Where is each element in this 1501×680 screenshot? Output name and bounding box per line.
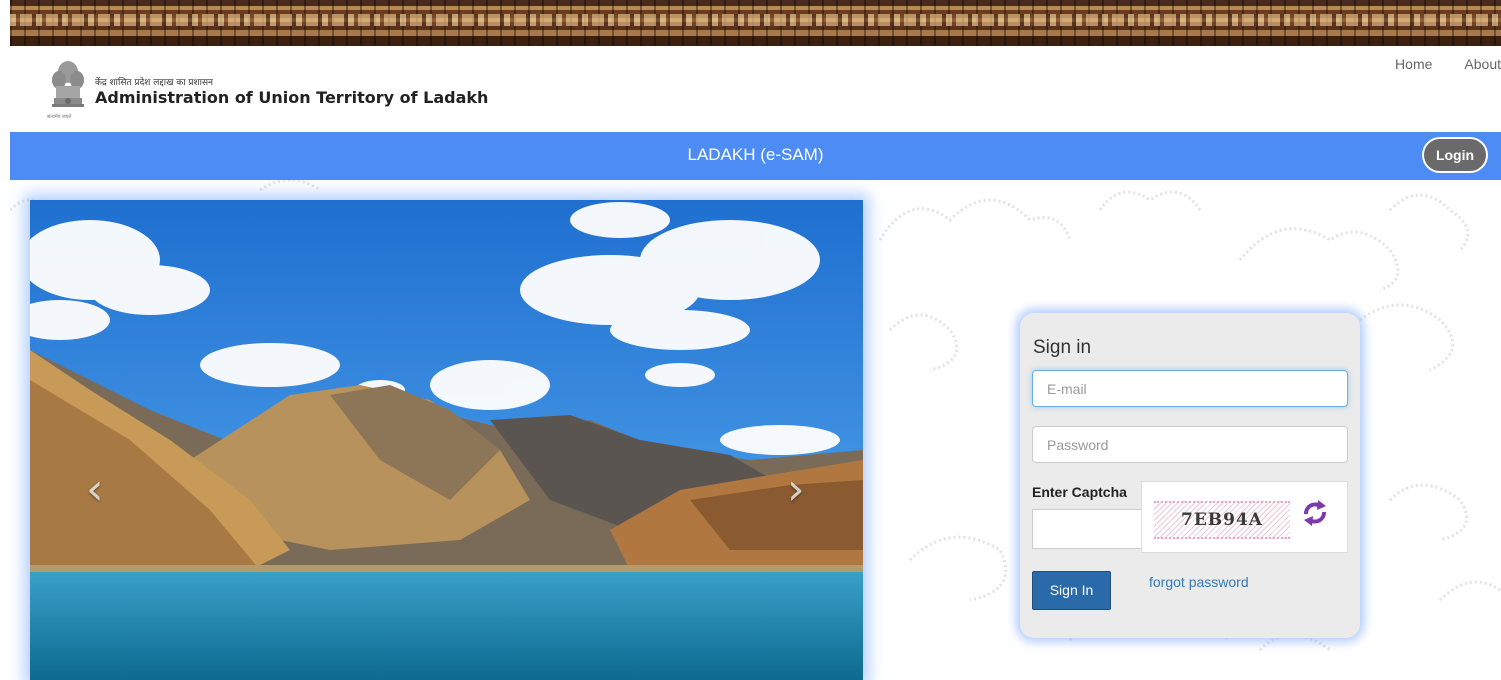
captcha-image: 7EB94A [1154,501,1290,539]
carousel-prev-button[interactable]: ‹ [86,468,104,512]
nav-home-link[interactable]: Home [1395,56,1432,72]
password-field[interactable] [1032,426,1348,463]
signin-panel: Sign in Enter Captcha 7EB94A Sign In for… [1020,313,1360,638]
org-name-hindi: केंद्र शासित प्रदेश लद्दाख का प्रशासन [95,78,214,88]
site-title: LADAKH (e-SAM) [687,145,824,164]
carousel-next-button[interactable]: › [787,468,805,512]
org-name-english: Administration of Union Territory of Lad… [95,88,489,107]
landscape-slide-image [30,200,863,680]
captcha-container: 7EB94A [1141,481,1348,553]
top-nav: Home About [1395,56,1501,72]
emblem-motto: सत्यमेव जयते [47,114,72,120]
decorative-border [10,0,1501,46]
site-header: सत्यमेव जयते केंद्र शासित प्रदेश लद्दाख … [0,46,1501,132]
login-button[interactable]: Login [1422,137,1488,173]
national-emblem-icon [52,61,84,107]
refresh-captcha-icon[interactable] [1300,498,1330,528]
signin-title: Sign in [1033,337,1092,358]
title-bar: LADAKH (e-SAM) Login [10,132,1501,180]
forgot-password-link[interactable]: forgot password [1149,574,1249,590]
image-carousel[interactable]: ‹ › [30,200,863,680]
captcha-input[interactable] [1032,509,1142,549]
signin-button[interactable]: Sign In [1032,571,1111,610]
captcha-label: Enter Captcha [1032,484,1127,500]
email-field[interactable] [1032,370,1348,407]
nav-about-link[interactable]: About [1464,56,1501,72]
